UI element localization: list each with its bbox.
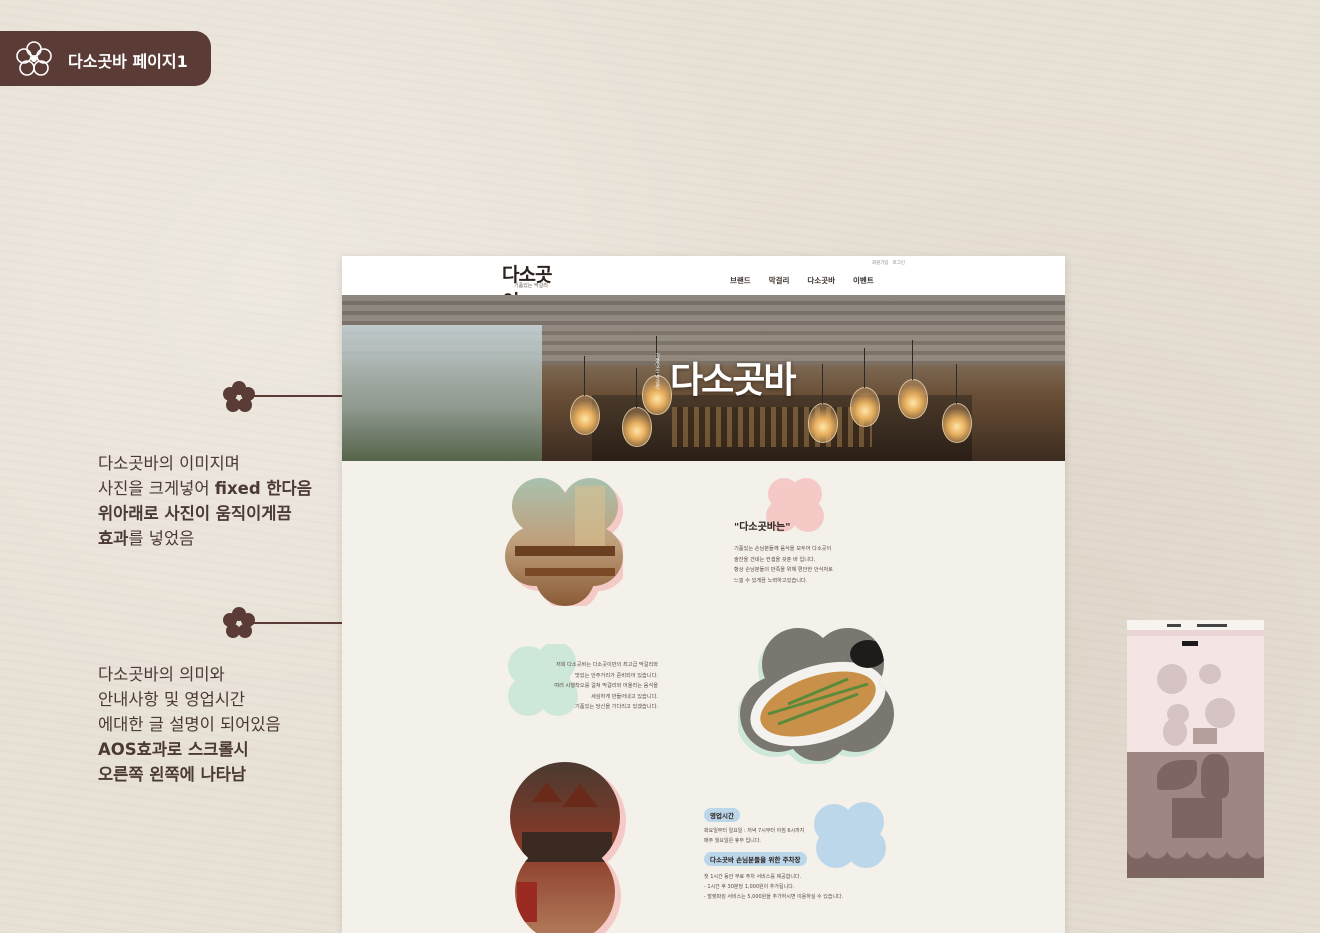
flower-logo-icon <box>16 41 52 76</box>
about-title: "다소곳바는" <box>734 522 791 533</box>
hours-text: 화요일부터 일요일 : 저녁 7시부터 아침 6시까지 매주 월요일은 휴무 입… <box>704 826 854 846</box>
parking-heading: 다소곳바 손님분들을 위한 주차장 <box>704 852 807 866</box>
note-line: 위아래로 사진이 움직이게끔 <box>98 501 312 526</box>
note-line: 효과를 넣었음 <box>98 526 312 551</box>
page-title-badge: 다소곳바 페이지1 <box>0 31 211 86</box>
note-text-bold: 효과 <box>98 529 129 548</box>
thumb-product-block <box>1172 798 1222 838</box>
nav-item-makgeolli[interactable]: 막걸리 <box>769 275 790 286</box>
login-link[interactable]: 로그인 <box>893 261 905 266</box>
site-header: 다소곳이 기품있는 막걸리 회원가입 로그인 브랜드 막걸리 다소곳바 이벤트 <box>342 256 1065 313</box>
utility-links: 회원가입 로그인 <box>872 260 909 266</box>
full-page-thumbnail <box>1127 620 1264 878</box>
parking-line: - 발렛파킹 서비스는 5,000원을 추가하시면 이용하실 수 있습니다. <box>704 894 844 900</box>
hero-title: 다소곳바 <box>670 359 796 401</box>
logo-tagline: 기품있는 막걸리 <box>514 283 548 289</box>
website-mockup: 다소곳이 기품있는 막걸리 회원가입 로그인 브랜드 막걸리 다소곳바 이벤트 기… <box>342 256 1065 933</box>
meaning-line: 세심하게 만들어내고 있습니다. <box>591 693 658 700</box>
pajeon-food-photo <box>738 628 894 764</box>
parking-line: 첫 1시간 동안 무료 주차 서비스를 제공합니다. <box>704 874 802 880</box>
thumb-photo <box>1163 718 1187 746</box>
note-line: 에대한 글 설명이 되어있음 <box>98 715 281 734</box>
bar-counter-photo <box>510 762 626 933</box>
thumb-photo <box>1205 698 1235 728</box>
note-text-bold: fixed 한다음 <box>214 479 312 498</box>
hero-bottle-shelf <box>672 407 872 447</box>
site-logo[interactable]: 다소곳이 기품있는 막걸리 <box>502 260 562 313</box>
nav-item-dasogotbar[interactable]: 다소곳바 <box>807 275 835 286</box>
hero-subtitle: 기품있는 막걸리 <box>654 353 660 390</box>
hero-banner: 기품있는 막걸리 다소곳바 <box>342 295 1065 461</box>
signup-link[interactable]: 회원가입 <box>872 261 889 266</box>
hours-heading: 영업시간 <box>704 808 740 822</box>
note-line: 안내사항 및 영업시간 <box>98 690 246 709</box>
note-text: 사진을 크게넣어 <box>98 479 215 498</box>
annotation-note-info: 다소곳바의 의미와 안내사항 및 영업시간 에대한 글 설명이 되어있음 AOS… <box>98 662 281 787</box>
note-text-bold: 위아래로 사진이 움직이게끔 <box>98 504 292 523</box>
flower-marker-icon <box>223 381 255 412</box>
thumb-blob <box>1199 664 1221 684</box>
about-line: 술잔을 건네는 컨셉을 갖춘 바 입니다. <box>734 556 816 563</box>
meaning-line: 기품있는 당신을 기다리고 있겠습니다. <box>575 704 658 710</box>
thumb-nav <box>1197 624 1227 627</box>
meaning-text: 저희 다소곳바는 다소곳이만의 최고급 막걸리와 맛있는 안주거리가 준비되어 … <box>538 660 658 713</box>
pendant-lamp <box>942 364 972 443</box>
note-text: 를 넣었음 <box>128 529 195 548</box>
thumb-wave <box>1127 848 1264 878</box>
thumb-nav <box>1167 624 1181 627</box>
nav-item-brand[interactable]: 브랜드 <box>730 275 751 286</box>
note-text-bold: 오른쪽 왼쪽에 나타남 <box>98 765 247 784</box>
annotation-note-hero: 다소곳바의 이미지며 사진을 크게넣어 fixed 한다음 위아래로 사진이 움… <box>98 451 312 551</box>
meaning-line: 맛있는 안주거리가 준비되어 있습니다. <box>575 672 658 679</box>
connector-line <box>244 622 342 624</box>
about-line: 느낄 수 있게끔 노력하고있습니다. <box>734 577 808 584</box>
note-line: 오른쪽 왼쪽에 나타남 <box>98 762 281 787</box>
meaning-line: 저희 다소곳바는 다소곳이만의 최고급 막걸리와 <box>555 662 658 668</box>
pendant-lamp <box>850 348 880 427</box>
meaning-line: 여러 시행착오를 걸쳐 막걸리와 어울리는 음식을 <box>554 683 658 689</box>
thumb-bottle-shape <box>1201 754 1229 798</box>
hero-window <box>342 325 542 461</box>
thumb-header <box>1127 620 1264 630</box>
hours-line: 화요일부터 일요일 : 저녁 7시부터 아침 6시까지 <box>704 828 805 834</box>
pendant-lamp <box>570 356 600 435</box>
note-text-bold: AOS효과로 스크롤시 <box>98 740 249 759</box>
thumb-title-block <box>1182 641 1198 646</box>
note-line: AOS효과로 스크롤시 <box>98 737 281 762</box>
about-text: 기품있는 손님분들께 음식을 모두어 다소곳이 술잔을 건네는 컨셉을 갖춘 바… <box>734 544 854 586</box>
parking-line: - 1시간 후 30분당 1,000원이 추가됩니다. <box>704 884 795 890</box>
hours-line: 매주 월요일은 휴무 입니다. <box>704 838 761 844</box>
note-line: 다소곳바의 의미와 <box>98 665 225 684</box>
pendant-lamp <box>808 364 838 443</box>
flower-marker-icon <box>223 607 255 638</box>
parking-text: 첫 1시간 동안 무료 주차 서비스를 제공합니다. - 1시간 후 30분당 … <box>704 872 884 902</box>
pendant-lamp <box>622 368 652 447</box>
about-line: 기품있는 손님분들께 음식을 모두어 다소곳이 <box>734 546 832 552</box>
thumb-photo <box>1157 664 1187 694</box>
note-line: 사진을 크게넣어 fixed 한다음 <box>98 476 312 501</box>
note-line: 다소곳바의 이미지며 <box>98 454 240 473</box>
main-nav: 브랜드 막걸리 다소곳바 이벤트 <box>730 275 874 286</box>
bar-interior-photo <box>505 478 623 606</box>
nav-item-event[interactable]: 이벤트 <box>853 275 874 286</box>
pendant-lamp <box>898 340 928 419</box>
connector-line <box>244 395 342 397</box>
page-title: 다소곳바 페이지1 <box>68 52 188 71</box>
thumb-text-block <box>1193 728 1217 744</box>
about-line: 항상 손님분들의 만족을 위해 편안한 안식처로 <box>734 567 833 573</box>
